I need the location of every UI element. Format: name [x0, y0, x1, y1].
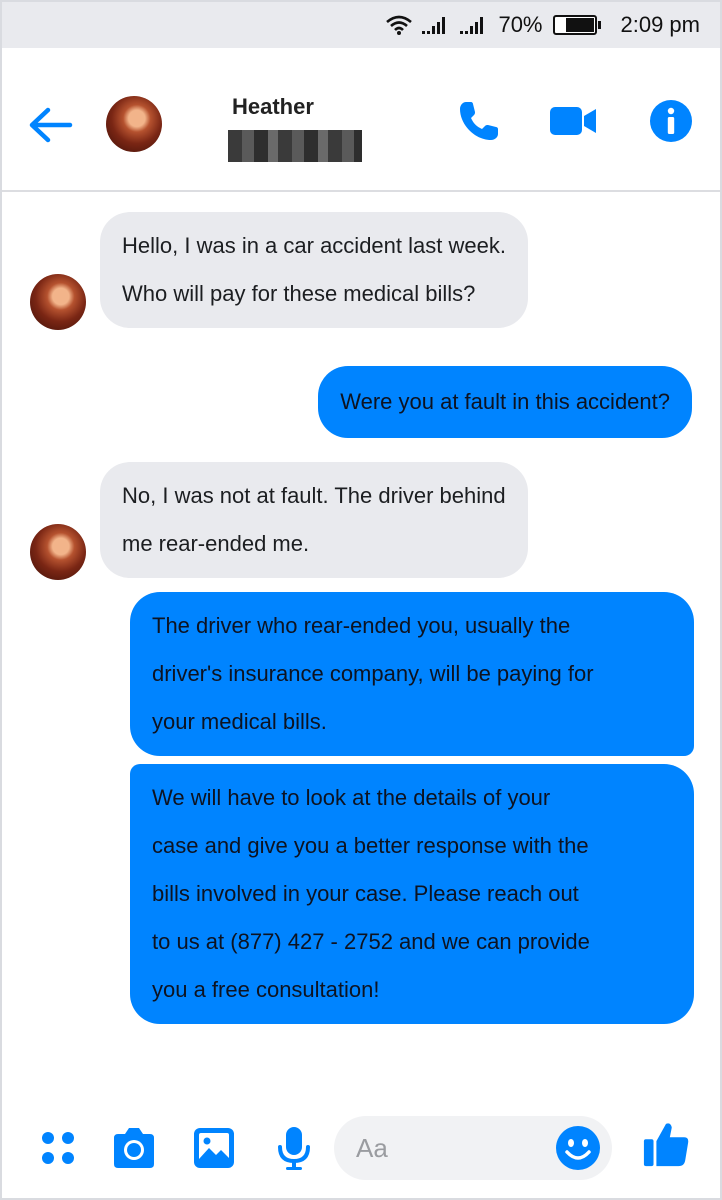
message-line: you a free consultation!: [152, 977, 380, 1002]
message-line: to us at (877) 427 - 2752 and we can pro…: [152, 929, 590, 954]
emoji-icon: [556, 1126, 600, 1170]
apps-icon: [42, 1132, 74, 1164]
image-icon: [194, 1128, 234, 1168]
message-line: No, I was not at fault. The driver behin…: [122, 483, 506, 508]
signal-icon: [460, 15, 488, 35]
emoji-button[interactable]: [554, 1124, 602, 1172]
gallery-button[interactable]: [190, 1124, 238, 1172]
wifi-icon: [386, 15, 413, 35]
message-bubble-incoming[interactable]: Hello, I was in a car accident last week…: [100, 212, 528, 328]
video-call-button[interactable]: [548, 98, 596, 144]
message-bubble-outgoing[interactable]: The driver who rear-ended you, usually t…: [130, 592, 694, 756]
message-bubble-outgoing[interactable]: We will have to look at the details of y…: [130, 764, 694, 1024]
message-bubble-incoming[interactable]: No, I was not at fault. The driver behin…: [100, 462, 528, 578]
message-line: The driver who rear-ended you, usually t…: [152, 613, 571, 638]
message-line: We will have to look at the details of y…: [152, 785, 551, 810]
message-input-container: [334, 1116, 612, 1180]
message-line: me rear-ended me.: [122, 531, 310, 556]
contact-name[interactable]: Heather: [232, 94, 314, 120]
redacted-status: [228, 130, 362, 162]
message-bubble-outgoing[interactable]: Were you at fault in this accident?: [318, 366, 692, 438]
conversation-header: Heather: [2, 48, 720, 192]
thumbs-up-icon: [643, 1123, 689, 1167]
camera-button[interactable]: [110, 1124, 158, 1172]
back-button[interactable]: [26, 100, 76, 150]
info-icon: [650, 100, 692, 142]
contact-avatar-small[interactable]: [30, 274, 86, 330]
messenger-screen: 70% 2:09 pm Heather Hello, I was in a ca…: [0, 0, 722, 1200]
like-button[interactable]: [642, 1120, 690, 1168]
message-line: Were you at fault in this accident?: [340, 389, 670, 414]
battery-icon: [552, 15, 601, 35]
message-input[interactable]: [356, 1128, 546, 1168]
video-camera-icon: [550, 107, 596, 135]
message-line: driver's insurance company, will be payi…: [152, 661, 594, 686]
camera-icon: [114, 1128, 154, 1168]
phone-icon: [460, 102, 498, 140]
arrow-left-icon: [29, 107, 73, 143]
info-button[interactable]: [648, 98, 694, 144]
apps-button[interactable]: [34, 1124, 82, 1172]
message-line: case and give you a better response with…: [152, 833, 589, 858]
voice-message-button[interactable]: [270, 1124, 318, 1172]
message-composer: [2, 1106, 720, 1192]
message-line: bills involved in your case. Please reac…: [152, 881, 579, 906]
contact-avatar[interactable]: [106, 96, 162, 152]
contact-avatar-small[interactable]: [30, 524, 86, 580]
battery-percentage: 70%: [498, 12, 543, 37]
status-time: 2:09 pm: [620, 12, 701, 37]
message-line: Hello, I was in a car accident last week…: [122, 233, 506, 258]
call-button[interactable]: [456, 98, 502, 144]
microphone-icon: [278, 1127, 310, 1170]
signal-icon: [422, 15, 450, 35]
message-line: your medical bills.: [152, 709, 327, 734]
message-line: Who will pay for these medical bills?: [122, 281, 476, 306]
status-bar: 70% 2:09 pm: [2, 2, 720, 48]
